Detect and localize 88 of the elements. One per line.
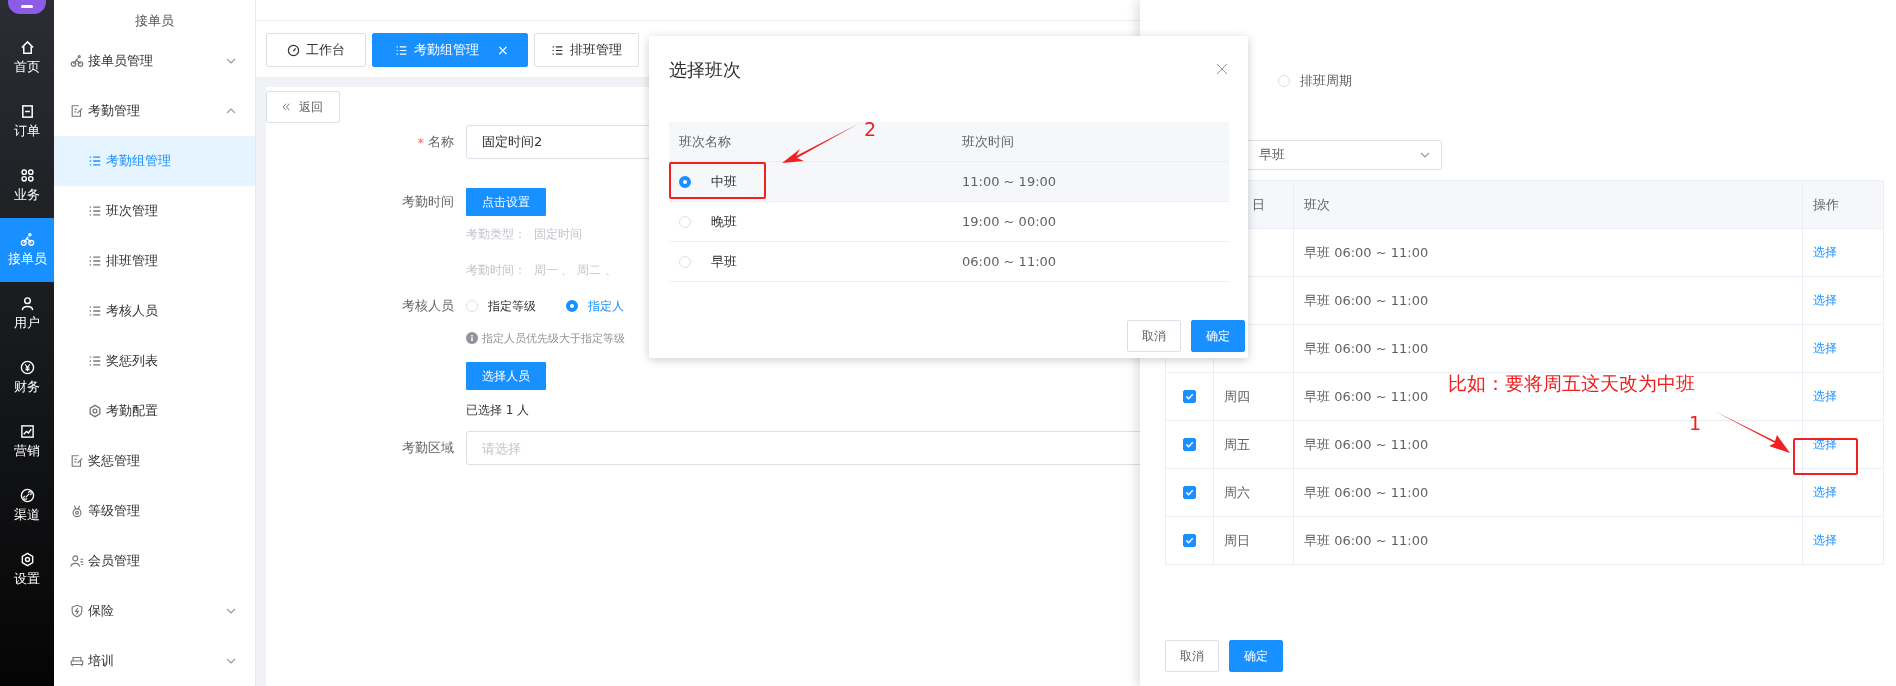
rail-item[interactable]: 订单 (0, 90, 54, 154)
menu-title: 接单员 (134, 12, 175, 30)
rail-item[interactable]: 首页 (0, 26, 54, 90)
table-cell: 早班 06:00 ~ 11:00 (1304, 531, 1429, 550)
back-button[interactable]: 返回 (266, 91, 340, 123)
tab[interactable]: 工作台 (266, 33, 366, 67)
table-cell: 周五 (1224, 435, 1250, 454)
table-cell: 周日 (1224, 531, 1250, 550)
name-label: 名称 (428, 133, 454, 151)
rail-item[interactable]: 用户 (0, 282, 54, 346)
column-header: 班次 (1304, 195, 1330, 214)
list-icon (395, 43, 408, 57)
medal-icon (70, 504, 84, 518)
table-cell: 早班 06:00 ~ 11:00 (1304, 435, 1429, 454)
annotation-number: 1 (1689, 414, 1702, 433)
checkbox[interactable] (1183, 390, 1196, 403)
document-icon (19, 104, 35, 119)
table-cell: 06:00 ~ 11:00 (962, 254, 1057, 269)
hint-text: 指定人员优先级大于指定等级 (482, 330, 625, 346)
table-row[interactable]: 中班 11:00 ~ 19:00 (669, 162, 1229, 202)
rail-item[interactable]: 财务 (0, 346, 54, 410)
coin-icon (19, 360, 35, 375)
checkbox[interactable] (1183, 534, 1196, 547)
settings-icon (88, 404, 102, 418)
rail-item[interactable]: 设置 (0, 538, 54, 602)
list-icon (88, 154, 102, 168)
selected-count: 已选择 1 人 (466, 401, 530, 419)
table-cell: 周六 (1224, 483, 1250, 502)
table-cell: 早班 06:00 ~ 11:00 (1304, 291, 1429, 310)
radio-option[interactable]: 排班周期 (1278, 72, 1866, 90)
tab[interactable]: 排班管理 (533, 33, 639, 67)
gauge-icon (287, 43, 300, 57)
field-label: 考勤时间 (401, 193, 454, 211)
radio-option[interactable]: 指定等级 (466, 297, 536, 315)
edit-icon (70, 104, 84, 118)
link-icon (19, 488, 35, 503)
table-row[interactable]: 晚班 19:00 ~ 00:00 (669, 202, 1229, 242)
bicycle-icon (19, 232, 35, 247)
rail-item[interactable]: 业务 (0, 154, 54, 218)
type-text: 考勤类型： 固定时间 (466, 225, 582, 243)
column-header: 日 (1252, 195, 1265, 214)
highlight-frame (1793, 438, 1858, 475)
person-icon (19, 296, 35, 311)
double-chevron-left-icon (281, 102, 291, 112)
field-label: 考勤区域 (401, 439, 454, 457)
home-icon (19, 40, 35, 55)
list-icon (88, 204, 102, 218)
dialog-title: 选择班次 (669, 58, 741, 82)
info-icon (466, 332, 478, 344)
list-icon (88, 254, 102, 268)
column-header: 操作 (1813, 195, 1839, 214)
column-header: 班次名称 (679, 132, 731, 151)
table-cell: 早班 06:00 ~ 11:00 (1304, 483, 1429, 502)
settings-icon (19, 552, 35, 567)
rail-item[interactable]: 营销 (0, 410, 54, 474)
person-list-icon (70, 554, 84, 568)
table-row[interactable]: 早班 06:00 ~ 11:00 (669, 242, 1229, 282)
rail-item[interactable]: 渠道 (0, 474, 54, 538)
column-header: 班次时间 (962, 133, 1014, 149)
table-cell: 中班 (711, 172, 737, 191)
table-cell: 早班 (711, 252, 737, 271)
radio-button[interactable] (679, 175, 691, 188)
checkbox[interactable] (1183, 438, 1196, 451)
list-icon (88, 354, 102, 368)
list-icon (88, 304, 102, 318)
field-label: 考核人员 (401, 297, 454, 315)
required-mark: * (417, 134, 424, 150)
sofa-icon (70, 654, 84, 668)
table-cell: 早班 06:00 ~ 11:00 (1304, 387, 1429, 406)
edit-icon (70, 454, 84, 468)
shield-icon (70, 604, 84, 618)
cancel-button[interactable]: 取消 (1127, 320, 1181, 352)
bicycle-icon (70, 54, 84, 68)
annotation-text: 比如：要将周五这天改为中班 (1448, 372, 1695, 395)
close-icon[interactable] (1216, 63, 1228, 75)
cancel-button[interactable]: 取消 (1165, 640, 1219, 672)
annotation-number: 2 (864, 120, 877, 139)
table-cell: 早班 06:00 ~ 11:00 (1304, 243, 1429, 262)
table-cell: 早班 06:00 ~ 11:00 (1304, 339, 1429, 358)
table-cell: 19:00 ~ 00:00 (962, 214, 1057, 229)
checkbox[interactable] (1183, 486, 1196, 499)
table-cell: 晚班 (711, 212, 737, 231)
chart-icon (19, 424, 35, 439)
table-cell: 周四 (1224, 387, 1250, 406)
list-icon (550, 43, 564, 57)
command-icon (19, 168, 35, 183)
radio-button[interactable] (566, 300, 578, 312)
table-cell: 11:00 ~ 19:00 (962, 174, 1057, 189)
